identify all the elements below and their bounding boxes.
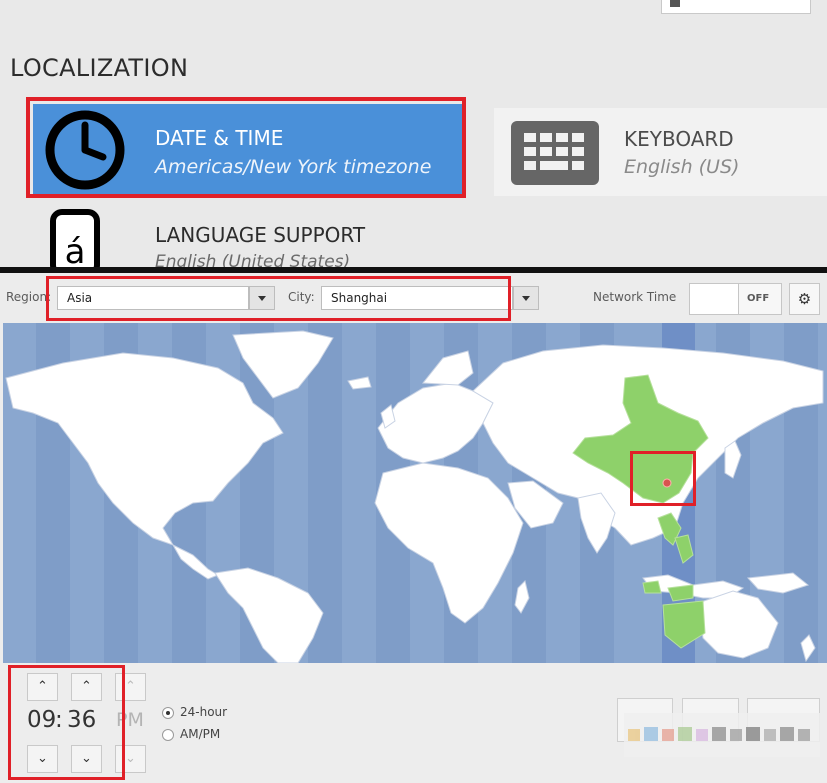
24-hour-radio[interactable]	[162, 707, 174, 719]
blurred-watermark	[624, 713, 820, 757]
highlight-frame	[630, 451, 696, 506]
highlight-frame	[46, 276, 511, 321]
ntp-settings-button[interactable]: ⚙	[789, 283, 820, 315]
keyboard-mini-icon	[670, 0, 680, 7]
24-hour-label: 24-hour	[180, 705, 228, 719]
language-icon: á	[50, 209, 100, 267]
language-support-status: English (United States)	[155, 252, 351, 267]
region-label: Region:	[6, 290, 52, 304]
top-right-button[interactable]	[661, 0, 811, 14]
ampm-radio[interactable]	[162, 729, 174, 741]
localization-hub: LOCALIZATION DATE & TIME Americas/New Yo…	[0, 0, 827, 267]
highlight-frame	[8, 665, 125, 780]
network-time-switch[interactable]: OFF	[689, 283, 782, 315]
timezone-toolbar: Region: Asia City: Shanghai Network Time…	[0, 273, 827, 323]
keyboard-icon	[511, 121, 599, 185]
switch-knob	[690, 284, 739, 314]
city-dropdown-button[interactable]	[513, 286, 539, 310]
ampm-label: AM/PM	[180, 727, 221, 741]
keyboard-spoke-button[interactable]: KEYBOARD English (US)	[494, 108, 827, 196]
keyboard-title: KEYBOARD	[624, 127, 734, 151]
timezone-map[interactable]	[3, 323, 827, 663]
section-title: LOCALIZATION	[10, 54, 189, 82]
svg-text:á: á	[65, 232, 86, 267]
network-time-label: Network Time	[593, 290, 677, 304]
keyboard-status: English (US)	[624, 156, 740, 178]
date-time-spoke: Region: Asia City: Shanghai Network Time…	[0, 273, 827, 783]
language-support-title[interactable]: LANGUAGE SUPPORT	[155, 223, 365, 247]
switch-state: OFF	[747, 293, 770, 304]
gear-icon: ⚙	[797, 290, 812, 308]
highlight-frame	[26, 97, 466, 198]
